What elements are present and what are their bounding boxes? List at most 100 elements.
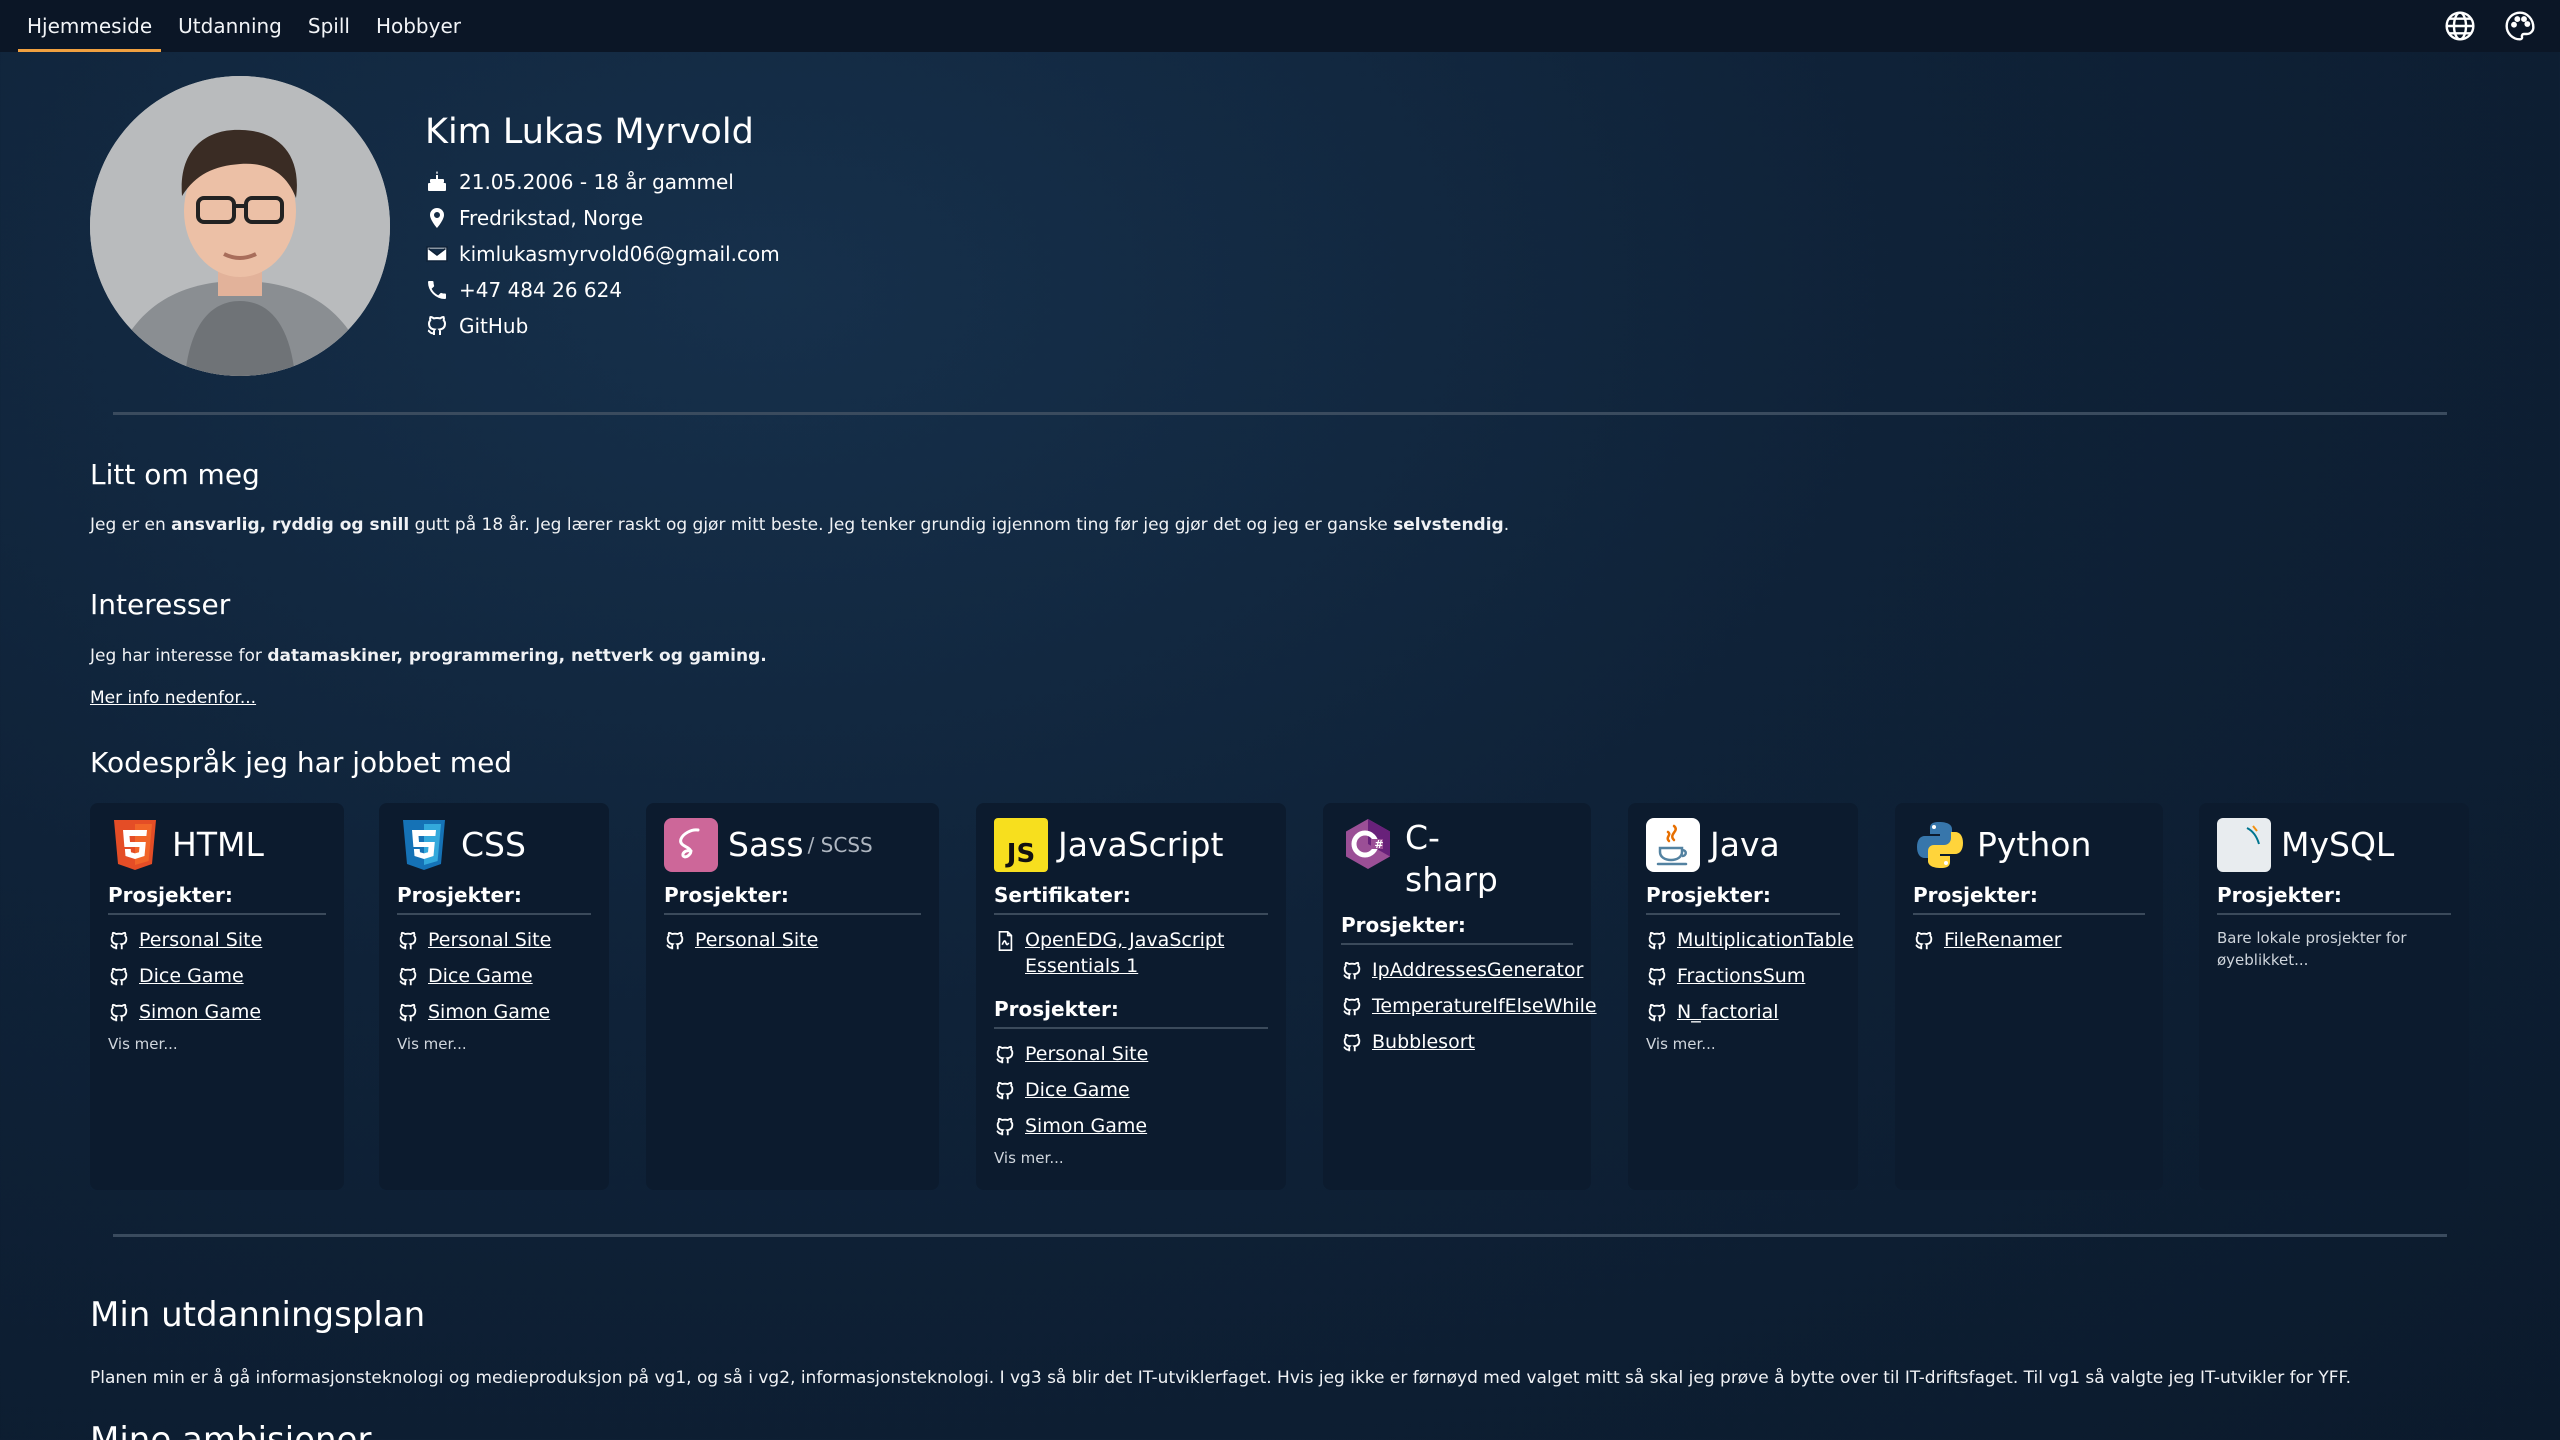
tab-spill[interactable]: Spill — [299, 0, 359, 52]
github-icon — [110, 967, 128, 986]
location-text: Fredrikstad, Norge — [459, 206, 644, 230]
projects-label: Prosjekter: — [397, 883, 591, 915]
project-link[interactable]: Simon Game — [397, 999, 591, 1025]
github-icon — [996, 1117, 1014, 1136]
project-link[interactable]: Personal Site — [994, 1041, 1268, 1067]
github-icon — [1648, 1003, 1666, 1022]
card-csharp-title-line1: C- — [1405, 818, 1440, 857]
projects-label: Prosjekter: — [664, 883, 921, 915]
certificate-link[interactable]: OpenEDG, JavaScript Essentials 1 — [994, 927, 1268, 979]
project-link[interactable]: FileRenamer — [1913, 927, 2145, 953]
github-line[interactable]: GitHub — [425, 308, 780, 344]
project-link[interactable]: Dice Game — [994, 1077, 1268, 1103]
github-icon — [1343, 997, 1361, 1016]
birthdate-line: 21.05.2006 - 18 år gammel — [425, 164, 780, 200]
github-text[interactable]: GitHub — [459, 314, 528, 338]
github-icon — [1343, 1033, 1361, 1052]
cake-icon — [428, 171, 446, 191]
card-sass-title: Sass — [728, 825, 804, 864]
document-icon — [998, 931, 1013, 951]
phone-icon — [428, 281, 446, 299]
project-link[interactable]: Personal Site — [664, 927, 921, 953]
certificates-label: Sertifikater: — [994, 883, 1268, 915]
card-html-title: HTML — [172, 825, 264, 864]
css3-icon — [403, 820, 445, 870]
card-css-title: CSS — [461, 825, 526, 864]
palette-icon[interactable] — [2504, 10, 2536, 42]
github-icon — [110, 931, 128, 950]
interests-text: Jeg har interesse for datamaskiner, prog… — [90, 646, 767, 666]
education-text: Planen min er å gå informasjonsteknologi… — [90, 1368, 2351, 1388]
show-more-link[interactable]: Vis mer... — [994, 1149, 1268, 1167]
github-icon — [1648, 931, 1666, 950]
project-link[interactable]: Personal Site — [108, 927, 326, 953]
languages-title: Kodespråk jeg har jobbet med — [90, 746, 513, 779]
github-icon — [399, 1003, 417, 1022]
show-more-link[interactable]: Vis mer... — [397, 1035, 591, 1053]
location-pin-icon — [430, 208, 444, 228]
svg-text:#: # — [1374, 838, 1383, 851]
github-icon — [399, 931, 417, 950]
tab-hobbyer[interactable]: Hobbyer — [367, 0, 470, 52]
card-sass-subtitle: / SCSS — [807, 833, 873, 857]
mysql-icon — [2217, 818, 2271, 872]
java-icon — [1646, 818, 1700, 872]
project-link[interactable]: Simon Game — [108, 999, 326, 1025]
svg-text:JS: JS — [1005, 839, 1035, 869]
more-info-link[interactable]: Mer info nedenfor... — [90, 688, 256, 708]
phone-line[interactable]: +47 484 26 624 — [425, 272, 780, 308]
nav-tabs: Hjemmeside Utdanning Spill Hobbyer — [18, 0, 478, 52]
github-icon — [1648, 967, 1666, 986]
tab-hjemmeside[interactable]: Hjemmeside — [18, 0, 162, 52]
profile-info: Kim Lukas Myrvold 21.05.2006 - 18 år gam… — [425, 112, 780, 344]
top-navbar: Hjemmeside Utdanning Spill Hobbyer — [0, 0, 2560, 52]
card-sass: Sass / SCSS Prosjekter: Personal Site — [646, 803, 939, 1190]
csharp-icon: # — [1346, 819, 1390, 869]
tab-utdanning[interactable]: Utdanning — [169, 0, 291, 52]
interests-title: Interesser — [90, 588, 231, 621]
project-link[interactable]: FractionsSum — [1646, 963, 1840, 989]
divider-bottom — [113, 1234, 2447, 1237]
card-python: Python Prosjekter: FileRenamer — [1895, 803, 2163, 1190]
card-html: HTML Prosjekter: Personal Site Dice Game… — [90, 803, 344, 1190]
globe-icon[interactable] — [2444, 10, 2476, 42]
github-icon — [666, 931, 684, 950]
projects-label: Prosjekter: — [1341, 913, 1573, 945]
project-link[interactable]: N_factorial — [1646, 999, 1840, 1025]
show-more-link[interactable]: Vis mer... — [108, 1035, 326, 1053]
project-link[interactable]: Bubblesort — [1341, 1029, 1573, 1055]
project-link[interactable]: Dice Game — [108, 963, 326, 989]
project-link[interactable]: Dice Game — [397, 963, 591, 989]
birthdate-text: 21.05.2006 - 18 år gammel — [459, 170, 734, 194]
github-icon — [1343, 961, 1361, 980]
project-link[interactable]: TemperatureIfElseWhile — [1341, 993, 1597, 1019]
github-icon — [427, 316, 447, 335]
email-line[interactable]: kimlukasmyrvold06@gmail.com — [425, 236, 780, 272]
ambitions-title: Mine ambisjoner — [90, 1420, 372, 1440]
project-link[interactable]: Simon Game — [994, 1113, 1268, 1139]
education-title: Min utdanningsplan — [90, 1295, 426, 1335]
profile-name: Kim Lukas Myrvold — [425, 112, 754, 152]
project-link[interactable]: IpAddressesGenerator — [1341, 957, 1583, 983]
profile-photo — [90, 76, 390, 376]
mail-icon — [426, 246, 448, 262]
card-csharp-title-line2: sharp — [1405, 860, 1498, 899]
email-text[interactable]: kimlukasmyrvold06@gmail.com — [459, 242, 780, 266]
github-icon — [399, 967, 417, 986]
project-link[interactable]: MultiplicationTable — [1646, 927, 1854, 953]
card-csharp: # C- sharp Prosjekter: IpAddressesGenera… — [1323, 803, 1597, 1190]
card-python-title: Python — [1977, 825, 2092, 864]
projects-label: Prosjekter: — [1913, 883, 2145, 915]
phone-text[interactable]: +47 484 26 624 — [459, 278, 622, 302]
projects-label: Prosjekter: — [2217, 883, 2451, 915]
project-link[interactable]: Personal Site — [397, 927, 591, 953]
python-icon — [1917, 822, 1963, 868]
show-more-link[interactable]: Vis mer... — [1646, 1035, 1840, 1053]
card-mysql-title: MySQL — [2281, 825, 2395, 864]
card-java: Java Prosjekter: MultiplicationTable Fra… — [1628, 803, 1858, 1190]
mysql-note: Bare lokale prosjekter for øyeblikket... — [2217, 929, 2407, 969]
javascript-icon: JS — [994, 818, 1048, 872]
github-icon — [1915, 931, 1933, 950]
card-java-title: Java — [1710, 825, 1780, 864]
projects-label: Prosjekter: — [994, 997, 1268, 1029]
